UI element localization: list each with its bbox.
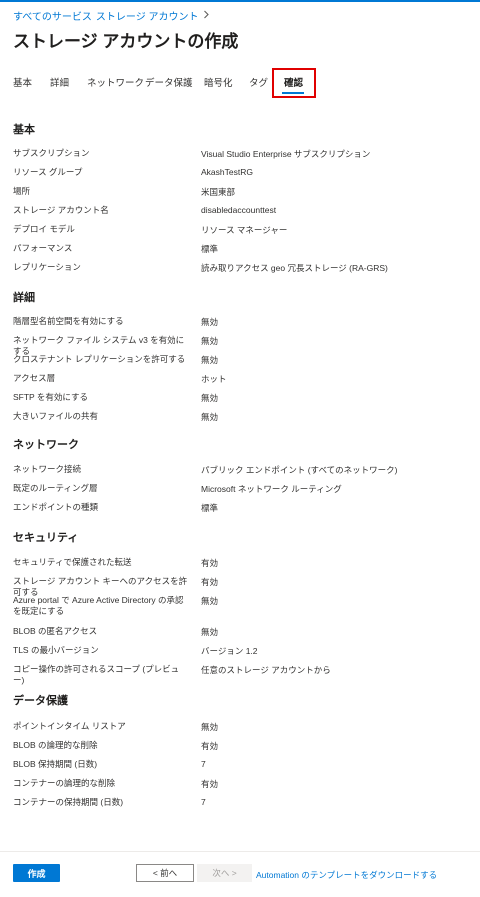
tab-data-protection[interactable]: データ保護 [145, 75, 193, 89]
row-value: 標準 [201, 244, 219, 254]
page-title: ストレージ アカウントの作成 [13, 32, 239, 51]
row-label: クロステナント レプリケーションを許可する [13, 354, 186, 364]
section-title-advanced: 詳細 [13, 292, 35, 304]
more-options-icon[interactable]: ··· [207, 30, 222, 44]
tab-highlight-box [272, 68, 316, 98]
row-label: パフォーマンス [13, 243, 73, 253]
row-value: 米国東部 [201, 187, 236, 197]
section-title-networking: ネットワーク [13, 439, 79, 451]
row-value: 7 [201, 759, 206, 769]
row-value: Microsoft ネットワーク ルーティング [201, 484, 342, 494]
tab-networking[interactable]: ネットワーク [87, 75, 144, 89]
row-value: リソース マネージャー [201, 225, 288, 235]
row-label: レプリケーション [13, 262, 81, 272]
top-accent-line [0, 0, 480, 2]
tab-advanced[interactable]: 詳細 [50, 75, 69, 89]
row-value: ホット [201, 374, 227, 384]
breadcrumb-item-storage-accounts[interactable]: ストレージ アカウント [96, 8, 199, 23]
row-label: コピー操作の許可されるスコープ (プレビュー) [13, 664, 180, 685]
row-label: コンテナーの論理的な削除 [13, 778, 116, 788]
tab-encryption[interactable]: 暗号化 [204, 75, 233, 89]
row-value: 7 [201, 797, 206, 807]
row-value: 無効 [201, 412, 219, 422]
row-value: 任意のストレージ アカウントから [201, 665, 331, 675]
row-value: パブリック エンドポイント (すべてのネットワーク) [201, 465, 398, 475]
row-label: TLS の最小バージョン [13, 645, 99, 655]
row-label: デプロイ モデル [13, 224, 75, 234]
row-value: 有効 [201, 577, 219, 587]
section-title-basics: 基本 [13, 124, 35, 136]
row-value: 無効 [201, 355, 219, 365]
row-label: BLOB 保持期間 (日数) [13, 759, 98, 769]
row-value: 無効 [201, 336, 219, 346]
row-label: ポイントインタイム リストア [13, 721, 126, 731]
row-label: エンドポイントの種類 [13, 502, 99, 512]
row-value: 有効 [201, 741, 219, 751]
row-label: アクセス層 [13, 373, 56, 383]
row-value: 無効 [201, 722, 219, 732]
row-value: 有効 [201, 558, 219, 568]
row-label: セキュリティで保護された転送 [13, 557, 132, 567]
row-label: SFTP を有効にする [13, 392, 89, 402]
row-value: 無効 [201, 393, 219, 403]
row-label: ストレージ アカウント名 [13, 205, 109, 215]
row-value: 読み取りアクセス geo 冗長ストレージ (RA-GRS) [201, 263, 388, 273]
footer-bar: 作成 < 前へ 次へ > Automation のテンプレートをダウンロードする [0, 851, 480, 897]
row-value: 無効 [201, 317, 219, 327]
download-template-link[interactable]: Automation のテンプレートをダウンロードする [256, 869, 437, 881]
row-label: ネットワーク接続 [13, 464, 82, 474]
tab-tags[interactable]: タグ [249, 75, 268, 89]
row-value: Visual Studio Enterprise サブスクリプション [201, 149, 371, 159]
row-value: 有効 [201, 779, 219, 789]
row-label: コンテナーの保持期間 (日数) [13, 797, 124, 807]
breadcrumb-item-all-services[interactable]: すべてのサービス [13, 8, 92, 23]
row-label: 階層型名前空間を有効にする [13, 316, 124, 326]
tab-basics[interactable]: 基本 [13, 75, 32, 89]
row-label: BLOB の匿名アクセス [13, 626, 98, 636]
row-value: 無効 [201, 596, 219, 606]
row-label: サブスクリプション [13, 148, 90, 158]
row-label: 既定のルーティング層 [13, 483, 98, 493]
section-title-security: セキュリティ [13, 532, 79, 544]
create-button[interactable]: 作成 [13, 864, 60, 882]
row-label: リソース グループ [13, 167, 83, 177]
row-label: 場所 [13, 186, 31, 196]
row-label: 大きいファイルの共有 [13, 411, 99, 421]
chevron-right-icon [203, 10, 210, 22]
previous-button[interactable]: < 前へ [136, 864, 194, 882]
row-value: 無効 [201, 627, 219, 637]
row-label: BLOB の論理的な削除 [13, 740, 98, 750]
row-value: バージョン 1.2 [201, 646, 258, 656]
row-value: AkashTestRG [201, 167, 253, 177]
breadcrumb: すべてのサービス ストレージ アカウント [13, 8, 210, 23]
section-title-data-protection: データ保護 [13, 695, 68, 707]
row-value: disabledaccounttest [201, 205, 277, 215]
next-button: 次へ > [197, 864, 252, 882]
row-label: Azure portal で Azure Active Directory の承… [13, 595, 184, 616]
row-value: 標準 [201, 503, 219, 513]
